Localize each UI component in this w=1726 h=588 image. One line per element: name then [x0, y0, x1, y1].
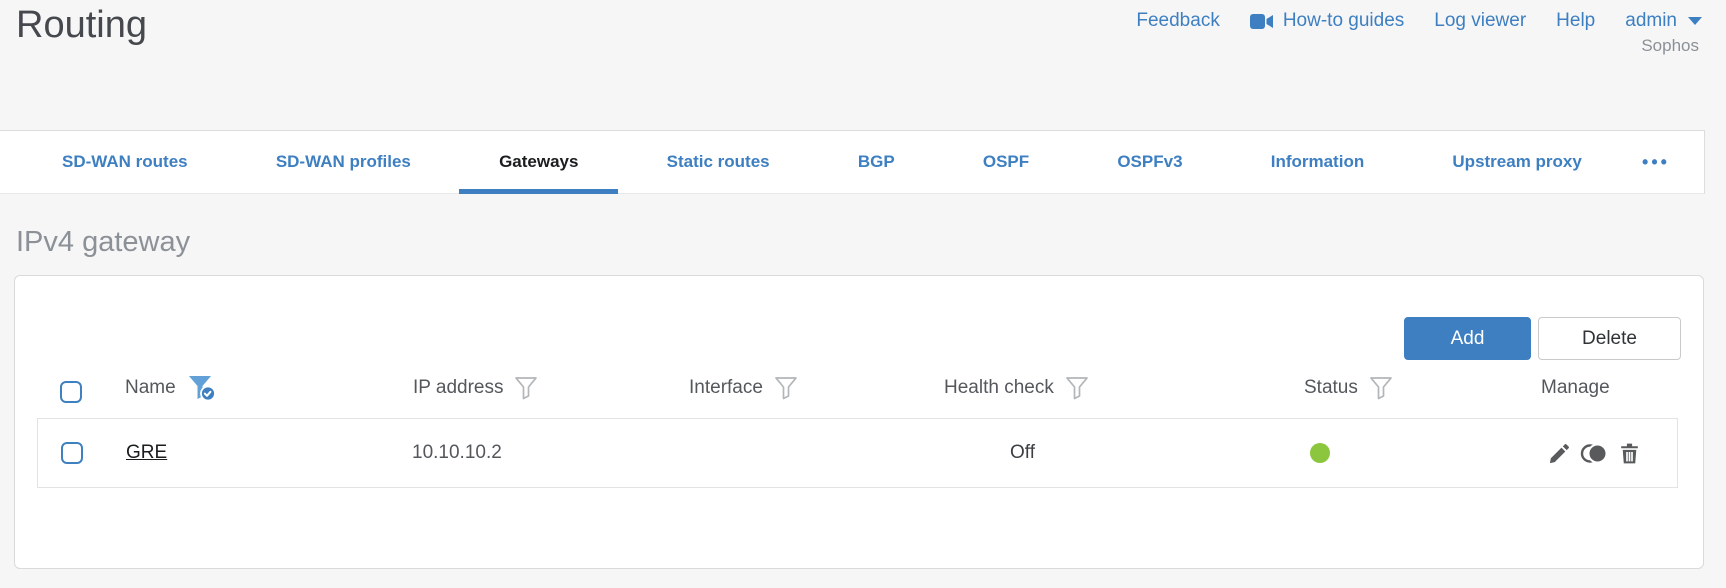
- column-label-status: Status: [1304, 377, 1358, 398]
- filter-funnel-active-icon[interactable]: [187, 374, 217, 402]
- gateway-status-cell: [1310, 419, 1330, 487]
- column-label-interface: Interface: [689, 377, 763, 398]
- add-button[interactable]: Add: [1404, 317, 1531, 360]
- clone-icon[interactable]: [1580, 441, 1609, 466]
- routing-tab-bar: SD-WAN routes SD-WAN profiles Gateways S…: [0, 130, 1705, 194]
- admin-user-menu[interactable]: admin: [1625, 10, 1702, 32]
- gateway-name-cell: GRE: [126, 419, 167, 487]
- column-label-manage: Manage: [1541, 377, 1610, 398]
- gateway-table-body: GRE 10.10.10.2 Off: [37, 418, 1678, 488]
- gateway-manage-cell: [1547, 419, 1642, 487]
- video-camera-icon: [1249, 13, 1274, 30]
- ipv4-gateway-card: Add Delete Name IP address Interface Hea…: [14, 275, 1704, 569]
- tab-sd-wan-routes[interactable]: SD-WAN routes: [22, 131, 228, 193]
- column-header-manage: Manage: [1541, 373, 1610, 403]
- edit-pencil-icon[interactable]: [1547, 441, 1572, 466]
- delete-trash-icon[interactable]: [1617, 441, 1642, 466]
- tab-bgp[interactable]: BGP: [818, 131, 935, 193]
- help-label: Help: [1556, 10, 1596, 31]
- how-to-guides-link[interactable]: How-to guides: [1249, 10, 1405, 32]
- delete-button[interactable]: Delete: [1538, 317, 1681, 360]
- gateway-name-link[interactable]: GRE: [126, 442, 167, 464]
- log-viewer-link[interactable]: Log viewer: [1434, 10, 1526, 32]
- log-viewer-label: Log viewer: [1434, 10, 1527, 31]
- column-label-name: Name: [125, 377, 176, 398]
- filter-funnel-icon[interactable]: [1369, 376, 1393, 400]
- table-row-gre: GRE 10.10.10.2 Off: [38, 419, 1677, 487]
- gateway-health-check-cell: Off: [1010, 442, 1035, 463]
- column-header-interface: Interface: [689, 373, 798, 403]
- filter-funnel-icon[interactable]: [514, 376, 538, 400]
- tab-static-routes[interactable]: Static routes: [627, 131, 810, 193]
- gateway-ip-cell: 10.10.10.2: [412, 442, 502, 463]
- feedback-label: Feedback: [1136, 10, 1220, 31]
- column-header-ip-address: IP address: [413, 373, 538, 403]
- column-label-health-check: Health check: [944, 377, 1054, 398]
- filter-funnel-icon[interactable]: [774, 376, 798, 400]
- tab-ospfv3[interactable]: OSPFv3: [1077, 131, 1222, 193]
- tab-sd-wan-profiles[interactable]: SD-WAN profiles: [236, 131, 451, 193]
- row-checkbox[interactable]: [61, 442, 83, 464]
- how-to-guides-label: How-to guides: [1282, 10, 1405, 31]
- tab-ospf[interactable]: OSPF: [943, 131, 1069, 193]
- select-all-checkbox[interactable]: [60, 381, 82, 403]
- tab-upstream-proxy[interactable]: Upstream proxy: [1412, 131, 1621, 193]
- feedback-link[interactable]: Feedback: [1136, 10, 1219, 32]
- column-label-ip-address: IP address: [413, 377, 504, 398]
- column-header-health-check: Health check: [944, 373, 1089, 403]
- tab-gateways[interactable]: Gateways: [459, 131, 619, 194]
- status-up-dot: [1310, 443, 1330, 463]
- chevron-down-icon: [1688, 17, 1702, 25]
- brand-label: Sophos: [1641, 36, 1699, 55]
- help-link[interactable]: Help: [1556, 10, 1595, 32]
- section-heading-ipv4-gateway: IPv4 gateway: [16, 226, 191, 258]
- filter-funnel-icon[interactable]: [1065, 376, 1089, 400]
- column-header-name: Name: [125, 373, 217, 403]
- column-header-status: Status: [1304, 373, 1393, 403]
- page-title: Routing: [16, 4, 147, 46]
- tab-overflow-menu[interactable]: •••: [1630, 131, 1682, 193]
- top-nav: Feedback How-to guides Log viewer Help a…: [1136, 10, 1702, 32]
- admin-user-label: admin: [1625, 10, 1677, 31]
- tab-information[interactable]: Information: [1231, 131, 1405, 193]
